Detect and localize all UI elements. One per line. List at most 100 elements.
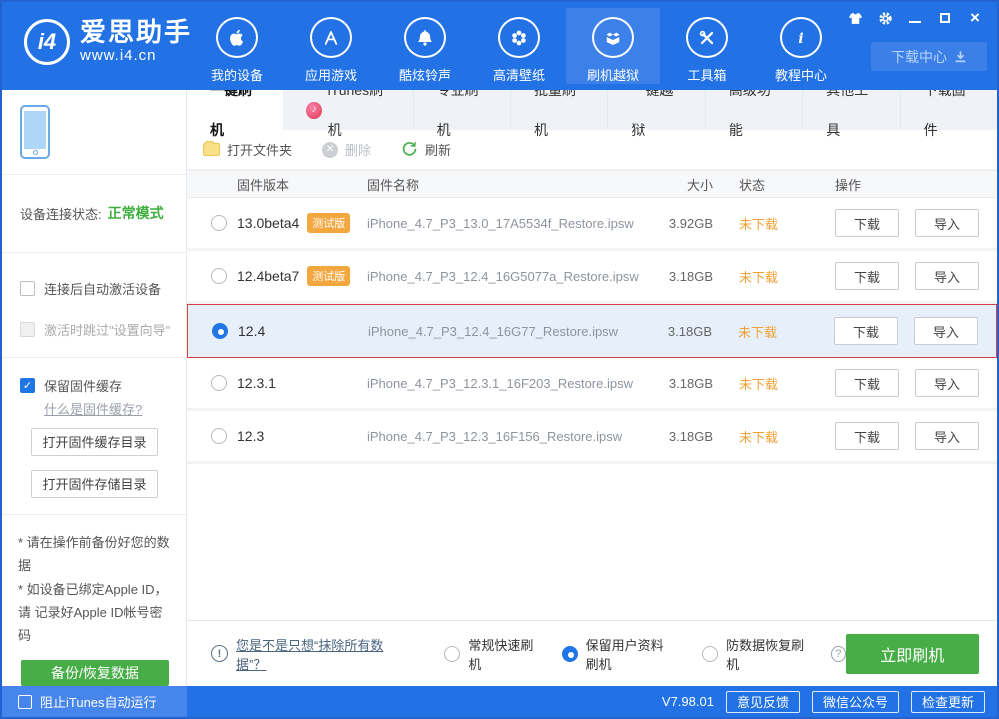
erase-all-data-link[interactable]: 您是不是只想“抹除所有数据”？ — [236, 635, 398, 673]
radio-unchecked-icon[interactable] — [702, 645, 719, 662]
import-button[interactable]: 导入 — [914, 317, 978, 345]
device-status-label: 设备连接状态: — [20, 206, 102, 222]
nav-item-tutorials[interactable]: i 教程中心 — [754, 8, 848, 84]
table-row[interactable]: 12.4beta7 测试版 iPhone_4.7_P3_12.4_16G5077… — [187, 251, 997, 304]
flash-now-button[interactable]: 立即刷机 — [845, 633, 979, 674]
checkbox-auto-activate[interactable]: 连接后自动激活设备 — [20, 279, 186, 298]
question-icon[interactable]: ? — [831, 645, 846, 662]
open-folder-button[interactable]: 打开文件夹 — [203, 140, 292, 159]
backup-restore-button[interactable]: 备份/恢复数据 — [21, 659, 169, 686]
firmware-version: 13.0beta4 — [237, 215, 300, 231]
delete-icon: ✕ — [322, 141, 339, 158]
nav-label: 我的设备 — [210, 68, 263, 83]
flash-action-bar: ! 您是不是只想“抹除所有数据”？ 常规快速刷机 保留用户资料刷机 防数据恢复刷… — [187, 620, 997, 686]
import-button[interactable]: 导入 — [915, 422, 979, 450]
checkbox-label: 阻止iTunes自动运行 — [40, 695, 157, 710]
firmware-version: 12.3 — [237, 428, 265, 444]
nav-item-wallpapers[interactable]: 高清壁纸 — [472, 8, 566, 84]
refresh-button[interactable]: 刷新 — [401, 140, 451, 159]
checkbox-keep-firmware-cache[interactable]: 保留固件缓存 — [20, 376, 186, 395]
download-button[interactable]: 下载 — [835, 209, 899, 237]
col-firmware-version: 固件版本 — [237, 177, 290, 193]
logo-mark-icon: i4 — [24, 19, 70, 65]
folder-icon — [203, 141, 220, 156]
checkbox-checked-icon[interactable] — [20, 377, 35, 393]
nav-item-ringtones[interactable]: 酷炫铃声 — [378, 8, 472, 84]
download-center-button[interactable]: 下载中心 — [871, 42, 987, 71]
radio-checked-icon[interactable] — [212, 323, 228, 339]
firmware-version: 12.4beta7 — [237, 268, 300, 284]
checkbox-label: 连接后自动激活设备 — [44, 281, 162, 297]
checkbox-icon[interactable] — [20, 280, 35, 296]
beta-badge: 测试版 — [307, 266, 351, 286]
radio-checked-icon[interactable] — [561, 645, 578, 662]
download-button[interactable]: 下载 — [834, 317, 898, 345]
nav-item-apps-games[interactable]: 应用游戏 — [284, 8, 378, 84]
option-anti-data-recovery-flash[interactable]: 防数据恢复刷机 — [702, 635, 805, 673]
tab-advanced[interactable]: 高级功能 — [706, 82, 804, 138]
nav-item-toolbox[interactable]: 工具箱 — [660, 8, 754, 84]
download-button[interactable]: 下载 — [835, 422, 899, 450]
table-row[interactable]: 12.3 iPhone_4.7_P3_12.3_16F156_Restore.i… — [187, 411, 997, 464]
download-button[interactable]: 下载 — [835, 369, 899, 397]
download-button[interactable]: 下载 — [835, 262, 899, 290]
import-button[interactable]: 导入 — [915, 209, 979, 237]
tab-one-click-jailbreak[interactable]: 一键越狱 — [608, 82, 706, 138]
radio-unchecked-icon[interactable] — [444, 645, 461, 662]
tool-label: 删除 — [345, 143, 372, 158]
table-row-selected[interactable]: 12.4 iPhone_4.7_P3_12.4_16G77_Restore.ip… — [187, 304, 997, 358]
close-icon[interactable]: × — [967, 9, 983, 26]
check-update-button[interactable]: 检查更新 — [910, 690, 985, 713]
status-badge: 未下载 — [739, 376, 779, 392]
firmware-size: 3.92GB — [668, 215, 713, 231]
sidebar: 设备连接状态: 正常模式 连接后自动激活设备 激活时跳过"设置向导" 保留固件缓… — [2, 90, 187, 686]
radio-unchecked-icon[interactable] — [211, 375, 227, 391]
tab-download-firmware[interactable]: 下载固件 — [901, 82, 997, 138]
radio-unchecked-icon[interactable] — [211, 428, 227, 444]
wechat-official-account-button[interactable]: 微信公众号 — [811, 690, 899, 713]
maximize-icon[interactable] — [937, 10, 953, 26]
skin-icon[interactable] — [847, 10, 863, 26]
checkbox-label: 保留固件缓存 — [44, 378, 123, 394]
tab-one-click-flash[interactable]: 一键刷机 — [187, 82, 284, 138]
checkbox-icon[interactable] — [18, 694, 32, 709]
settings-gear-icon[interactable] — [877, 10, 893, 26]
firmware-size: 3.18GB — [668, 268, 713, 284]
nav-label: 应用游戏 — [304, 68, 357, 83]
what-is-firmware-cache-link[interactable]: 什么是固件缓存? — [44, 399, 142, 418]
download-icon — [955, 51, 966, 63]
firmware-name: iPhone_4.7_P3_12.3.1_16F203_Restore.ipsw — [367, 375, 633, 391]
radio-unchecked-icon[interactable] — [211, 268, 227, 284]
status-bar: 阻止iTunes自动运行 V7.98.01 意见反馈 微信公众号 检查更新 — [2, 686, 997, 717]
delete-button[interactable]: ✕ 删除 — [322, 140, 371, 159]
import-button[interactable]: 导入 — [915, 262, 979, 290]
minimize-icon[interactable] — [907, 10, 923, 26]
nav-item-my-device[interactable]: 我的设备 — [190, 8, 284, 84]
radio-unchecked-icon[interactable] — [211, 215, 227, 231]
checkbox-skip-setup[interactable]: 激活时跳过"设置向导" — [20, 320, 186, 339]
import-button[interactable]: 导入 — [915, 369, 979, 397]
option-keep-user-data-flash[interactable]: 保留用户资料刷机 — [561, 635, 677, 673]
checkbox-icon[interactable] — [20, 321, 35, 337]
tab-pro-flash[interactable]: 专业刷机 — [414, 82, 512, 138]
feedback-button[interactable]: 意见反馈 — [725, 690, 800, 713]
firmware-size: 3.18GB — [668, 428, 713, 444]
nav-item-flash-jailbreak[interactable]: 刷机越狱 — [566, 8, 660, 84]
table-row[interactable]: 12.3.1 iPhone_4.7_P3_12.3.1_16F203_Resto… — [187, 358, 997, 411]
bell-icon — [404, 17, 446, 58]
tab-itunes-flash[interactable]: ♪ iTunes刷机 — [283, 82, 414, 138]
option-label: 保留用户资料刷机 — [585, 637, 664, 672]
svg-text:i: i — [798, 31, 803, 47]
open-firmware-storage-dir-button[interactable]: 打开固件存储目录 — [31, 469, 158, 498]
checkbox-label: 激活时跳过"设置向导" — [44, 322, 171, 338]
tab-other-tools[interactable]: 其他工具 — [803, 82, 901, 138]
beta-badge: 测试版 — [307, 213, 351, 233]
block-itunes-checkbox[interactable]: 阻止iTunes自动运行 — [2, 686, 187, 717]
table-row[interactable]: 13.0beta4 测试版 iPhone_4.7_P3_13.0_17A5534… — [187, 198, 997, 251]
toolbox-icon — [686, 17, 728, 58]
open-firmware-cache-dir-button[interactable]: 打开固件缓存目录 — [31, 427, 158, 456]
nav-label: 酷炫铃声 — [398, 68, 451, 83]
option-normal-fast-flash[interactable]: 常规快速刷机 — [444, 635, 535, 673]
tab-batch-flash[interactable]: 批量刷机 — [511, 82, 609, 138]
firmware-name: iPhone_4.7_P3_13.0_17A5534f_Restore.ipsw — [367, 215, 634, 231]
